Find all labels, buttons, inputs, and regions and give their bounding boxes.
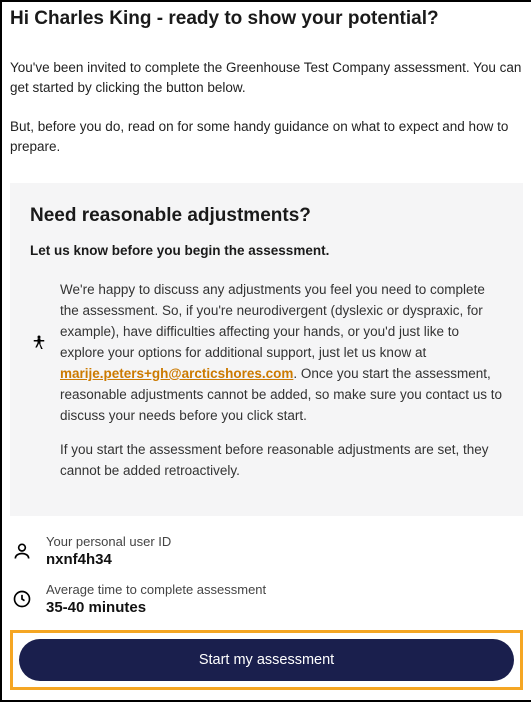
- contact-email-link[interactable]: marije.peters+gh@arcticshores.com: [60, 366, 293, 381]
- user-id-label: Your personal user ID: [46, 534, 171, 549]
- intro-paragraph-1: You've been invited to complete the Gree…: [10, 58, 523, 99]
- accessibility-icon: [30, 334, 48, 355]
- person-icon: [12, 541, 32, 561]
- user-id-value: nxnf4h34: [46, 551, 171, 568]
- avg-time-value: 35-40 minutes: [46, 599, 266, 616]
- start-button-highlight: Start my assessment: [10, 630, 523, 690]
- adjustments-heading: Need reasonable adjustments?: [30, 205, 503, 227]
- page-title: Hi Charles King - ready to show your pot…: [10, 8, 523, 30]
- avg-time-row: Average time to complete assessment 35-4…: [12, 582, 523, 616]
- user-id-row: Your personal user ID nxnf4h34: [12, 534, 523, 568]
- clock-icon: [12, 589, 32, 609]
- avg-time-label: Average time to complete assessment: [46, 582, 266, 597]
- start-assessment-button[interactable]: Start my assessment: [19, 639, 514, 681]
- adjustments-text: We're happy to discuss any adjustments y…: [60, 280, 503, 496]
- adjustments-subheading: Let us know before you begin the assessm…: [30, 243, 503, 258]
- adjustments-para2: If you start the assessment before reaso…: [60, 440, 503, 482]
- reasonable-adjustments-panel: Need reasonable adjustments? Let us know…: [10, 183, 523, 516]
- intro-paragraph-2: But, before you do, read on for some han…: [10, 117, 523, 158]
- adjustments-para1-before: We're happy to discuss any adjustments y…: [60, 282, 485, 360]
